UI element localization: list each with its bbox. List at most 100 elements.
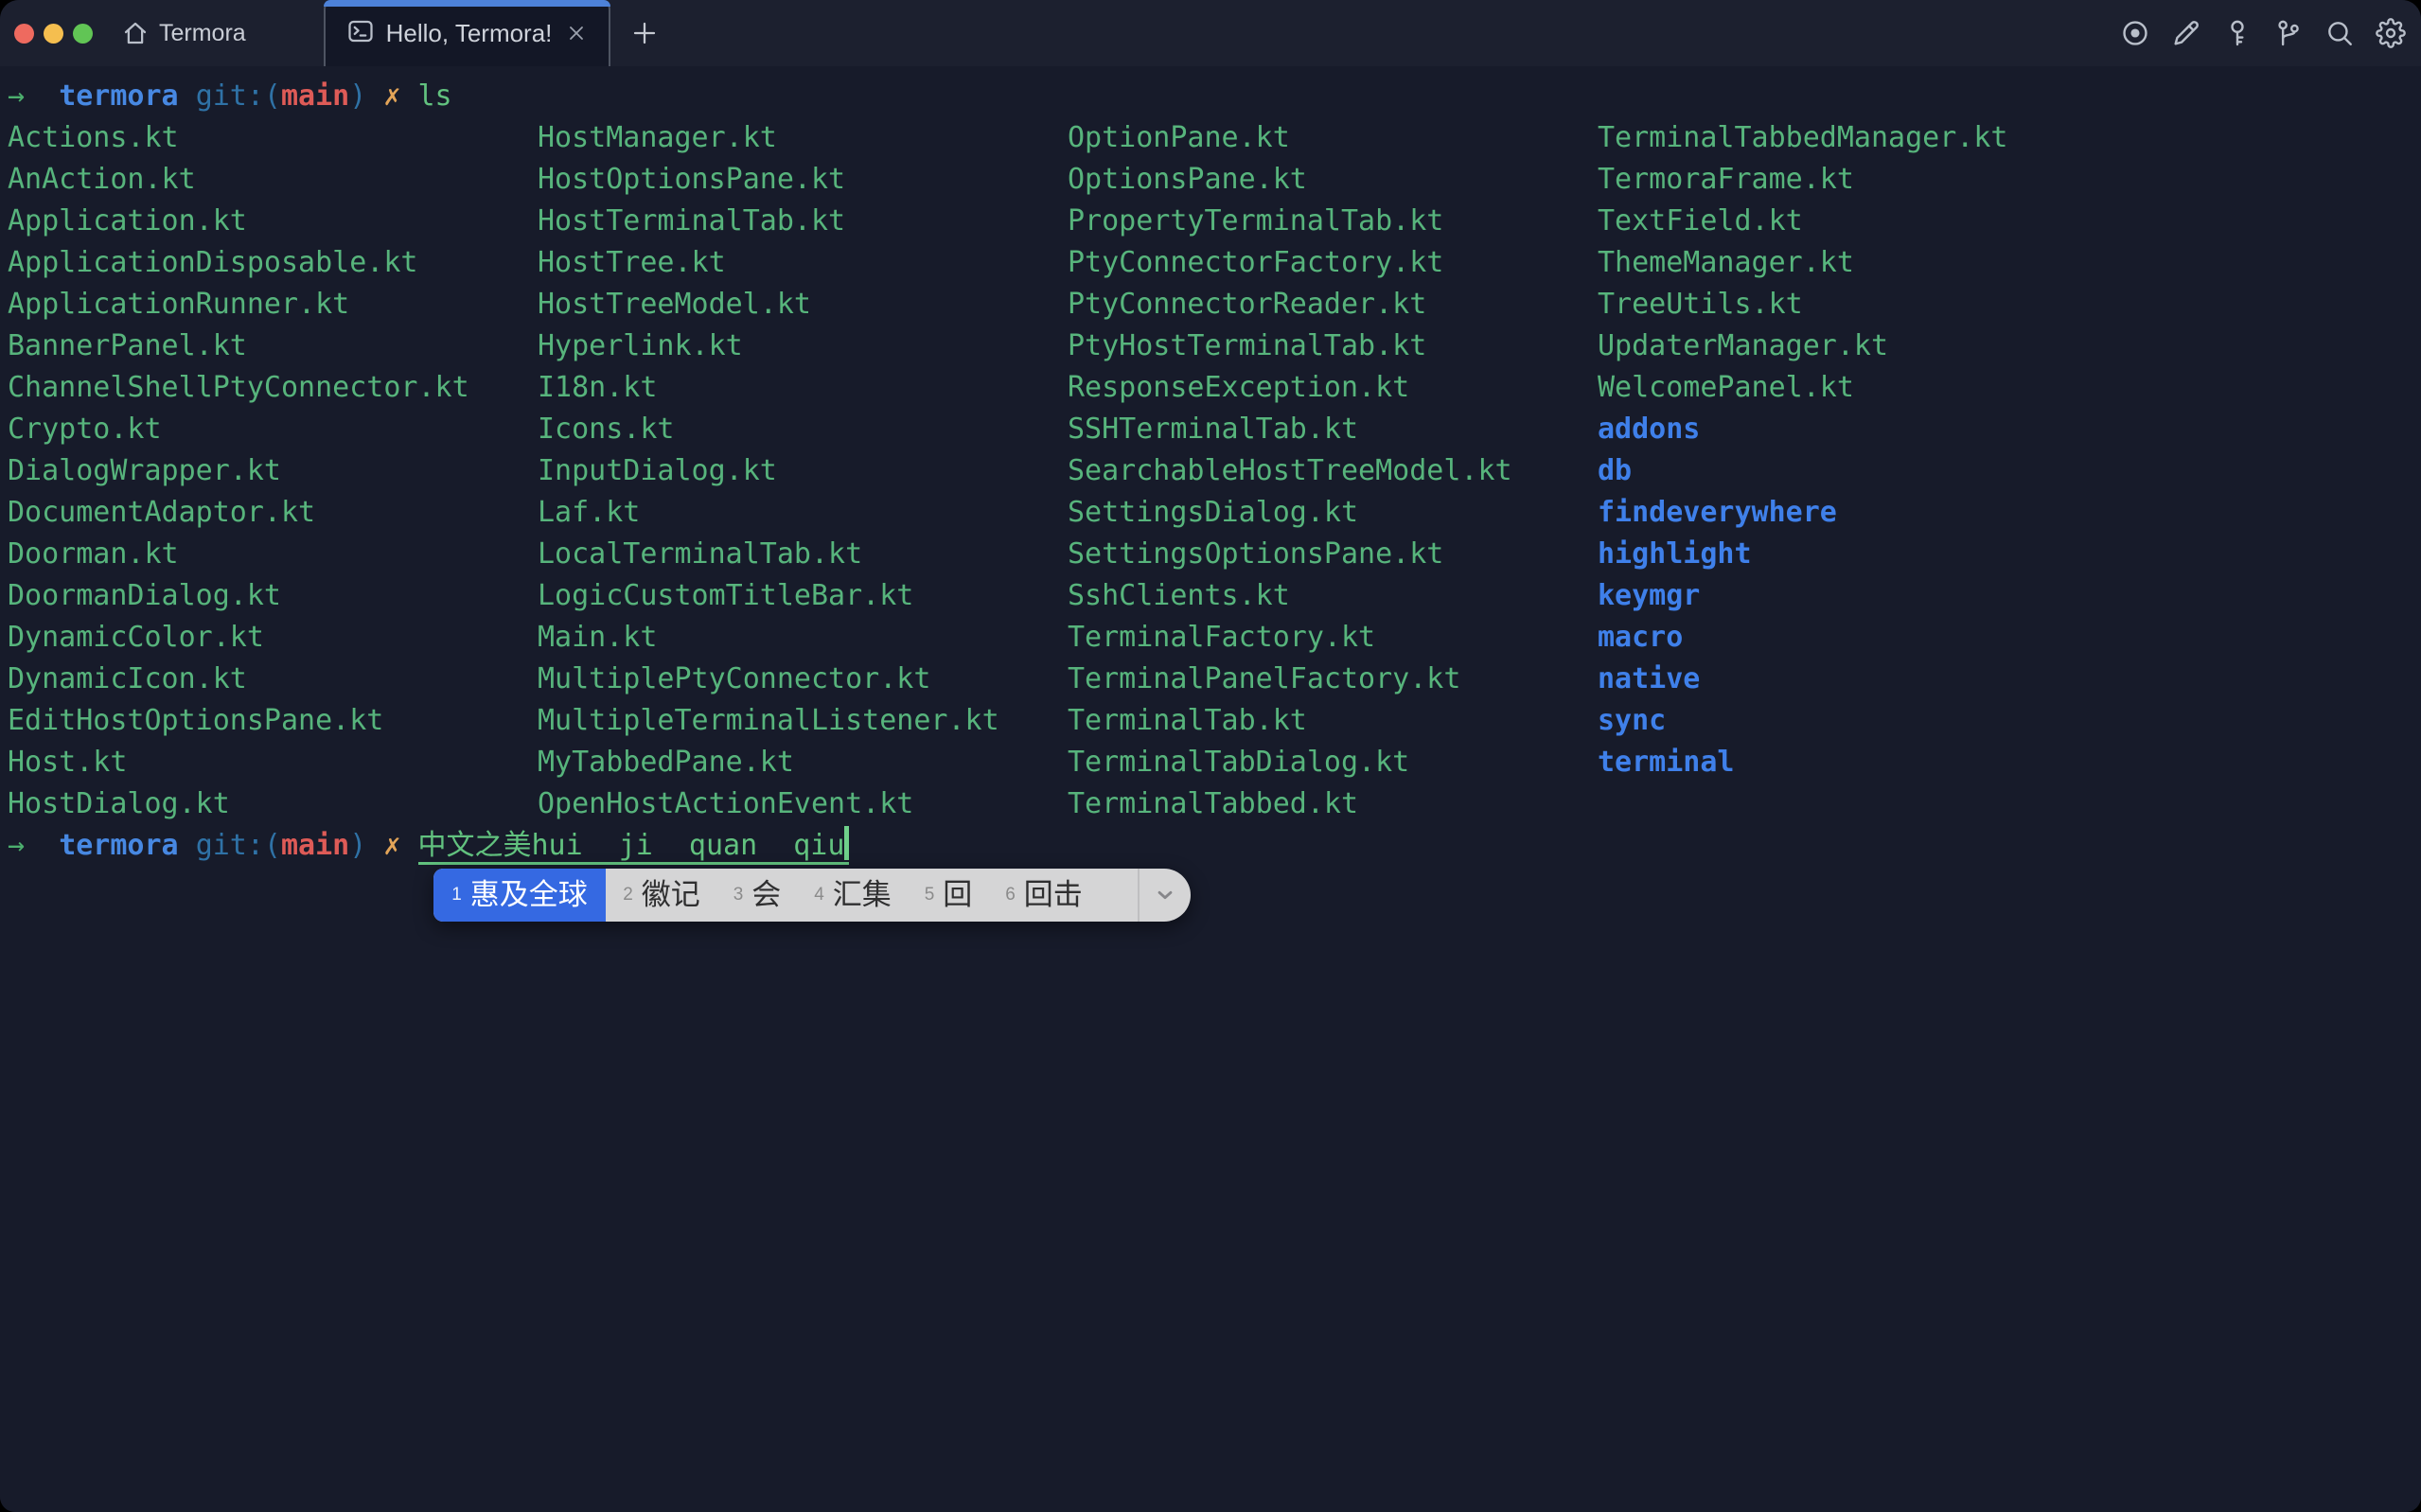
terminal-icon <box>346 17 375 50</box>
zoom-window-button[interactable] <box>73 24 93 44</box>
file-entry: HostOptionsPane.kt <box>538 159 1068 201</box>
ime-candidate[interactable]: 6回击 <box>988 869 1100 922</box>
prompt-cwd: termora <box>59 829 178 862</box>
prompt-cwd: termora <box>59 79 178 113</box>
candidate-text: 惠及全球 <box>470 874 588 916</box>
file-entry: PtyHostTerminalTab.kt <box>1068 325 1598 367</box>
git-branch: main <box>281 829 349 862</box>
key-icon[interactable] <box>2222 18 2253 48</box>
terminal[interactable]: → termora git:(main) ✗ ls Actions.ktAnAc… <box>0 66 2421 1512</box>
candidate-index: 6 <box>1005 874 1016 916</box>
candidate-index: 1 <box>451 874 462 916</box>
tab-hello-termora[interactable]: Hello, Termora! <box>324 0 610 66</box>
settings-gear-icon[interactable] <box>2376 18 2406 48</box>
file-entry: DoormanDialog.kt <box>8 575 538 617</box>
file-entry: MultiplePtyConnector.kt <box>538 659 1068 700</box>
titlebar: Termora Hello, Termora! <box>0 0 2421 66</box>
ime-expand-button[interactable] <box>1138 869 1191 922</box>
ls-column: TerminalTabbedManager.ktTermoraFrame.ktT… <box>1598 117 2128 783</box>
composition-pinyin: hui ji quan qiu <box>532 829 845 862</box>
git-prefix: git:( <box>196 829 281 862</box>
file-entry: ApplicationDisposable.kt <box>8 242 538 284</box>
directory-entry: addons <box>1598 409 2128 450</box>
candidate-index: 2 <box>623 874 633 916</box>
candidate-text: 回 <box>943 874 972 916</box>
file-entry: I18n.kt <box>538 367 1068 409</box>
file-entry: ApplicationRunner.kt <box>8 284 538 325</box>
file-entry: SearchableHostTreeModel.kt <box>1068 450 1598 492</box>
candidate-index: 5 <box>925 874 935 916</box>
file-entry: Host.kt <box>8 742 538 783</box>
file-entry: PtyConnectorReader.kt <box>1068 284 1598 325</box>
directory-entry: sync <box>1598 700 2128 742</box>
app-window: Termora Hello, Termora! <box>0 0 2421 1512</box>
file-entry: Main.kt <box>538 617 1068 659</box>
ime-composition: 中文之美hui ji quan qiu <box>418 829 850 865</box>
new-tab-button[interactable] <box>625 0 664 66</box>
git-dirty-mark: ✗ <box>383 829 400 862</box>
file-entry: Hyperlink.kt <box>538 325 1068 367</box>
file-entry: TerminalFactory.kt <box>1068 617 1598 659</box>
ls-column: Actions.ktAnAction.ktApplication.ktAppli… <box>8 117 538 825</box>
minimize-window-button[interactable] <box>44 24 63 44</box>
file-entry: TerminalTabbed.kt <box>1068 783 1598 825</box>
edit-pencil-icon[interactable] <box>2171 18 2201 48</box>
home-icon <box>121 19 150 47</box>
file-entry: OptionsPane.kt <box>1068 159 1598 201</box>
ls-output: Actions.ktAnAction.ktApplication.ktAppli… <box>8 117 2421 825</box>
ime-candidate[interactable]: 1惠及全球 <box>433 869 606 922</box>
ime-candidate-bar: 1惠及全球2徽记3会4汇集5回6回击 <box>433 869 1191 922</box>
file-entry: EditHostOptionsPane.kt <box>8 700 538 742</box>
ime-candidate[interactable]: 2徽记 <box>606 869 717 922</box>
file-entry: Icons.kt <box>538 409 1068 450</box>
file-entry: MyTabbedPane.kt <box>538 742 1068 783</box>
file-entry: BannerPanel.kt <box>8 325 538 367</box>
file-entry: DocumentAdaptor.kt <box>8 492 538 534</box>
ime-candidate[interactable]: 5回 <box>909 869 988 922</box>
file-entry: ResponseException.kt <box>1068 367 1598 409</box>
file-entry: DynamicColor.kt <box>8 617 538 659</box>
ls-column: HostManager.ktHostOptionsPane.ktHostTerm… <box>538 117 1068 825</box>
directory-entry: keymgr <box>1598 575 2128 617</box>
file-entry: HostTerminalTab.kt <box>538 201 1068 242</box>
tab-title: Hello, Termora! <box>386 19 553 48</box>
file-entry: OptionPane.kt <box>1068 117 1598 159</box>
file-entry: TreeUtils.kt <box>1598 284 2128 325</box>
file-entry: HostManager.kt <box>538 117 1068 159</box>
window-controls <box>14 0 93 66</box>
file-entry: WelcomePanel.kt <box>1598 367 2128 409</box>
candidate-text: 回击 <box>1024 874 1083 916</box>
file-entry: LogicCustomTitleBar.kt <box>538 575 1068 617</box>
command-text: ls <box>418 79 452 113</box>
file-entry: HostDialog.kt <box>8 783 538 825</box>
file-entry: TerminalTabDialog.kt <box>1068 742 1598 783</box>
file-entry: SshClients.kt <box>1068 575 1598 617</box>
app-home[interactable]: Termora <box>121 0 246 66</box>
file-entry: Application.kt <box>8 201 538 242</box>
candidate-index: 3 <box>733 874 744 916</box>
ime-candidate[interactable]: 3会 <box>717 869 797 922</box>
search-icon[interactable] <box>2324 18 2355 48</box>
active-tab-accent <box>324 0 610 7</box>
branch-icon[interactable] <box>2273 18 2304 48</box>
file-entry: InputDialog.kt <box>538 450 1068 492</box>
candidate-text: 会 <box>751 874 781 916</box>
record-icon[interactable] <box>2120 18 2150 48</box>
file-entry: TerminalPanelFactory.kt <box>1068 659 1598 700</box>
file-entry: HostTreeModel.kt <box>538 284 1068 325</box>
file-entry: Laf.kt <box>538 492 1068 534</box>
git-suffix: ) <box>349 79 366 113</box>
git-prefix: git:( <box>196 79 281 113</box>
file-entry: UpdaterManager.kt <box>1598 325 2128 367</box>
file-entry: SettingsOptionsPane.kt <box>1068 534 1598 575</box>
file-entry: OpenHostActionEvent.kt <box>538 783 1068 825</box>
close-window-button[interactable] <box>14 24 34 44</box>
file-entry: Doorman.kt <box>8 534 538 575</box>
directory-entry: findeverywhere <box>1598 492 2128 534</box>
file-entry: DynamicIcon.kt <box>8 659 538 700</box>
file-entry: TextField.kt <box>1598 201 2128 242</box>
ime-candidate[interactable]: 4汇集 <box>797 869 909 922</box>
tab-close-icon[interactable] <box>565 22 588 44</box>
file-entry: DialogWrapper.kt <box>8 450 538 492</box>
file-entry: Crypto.kt <box>8 409 538 450</box>
